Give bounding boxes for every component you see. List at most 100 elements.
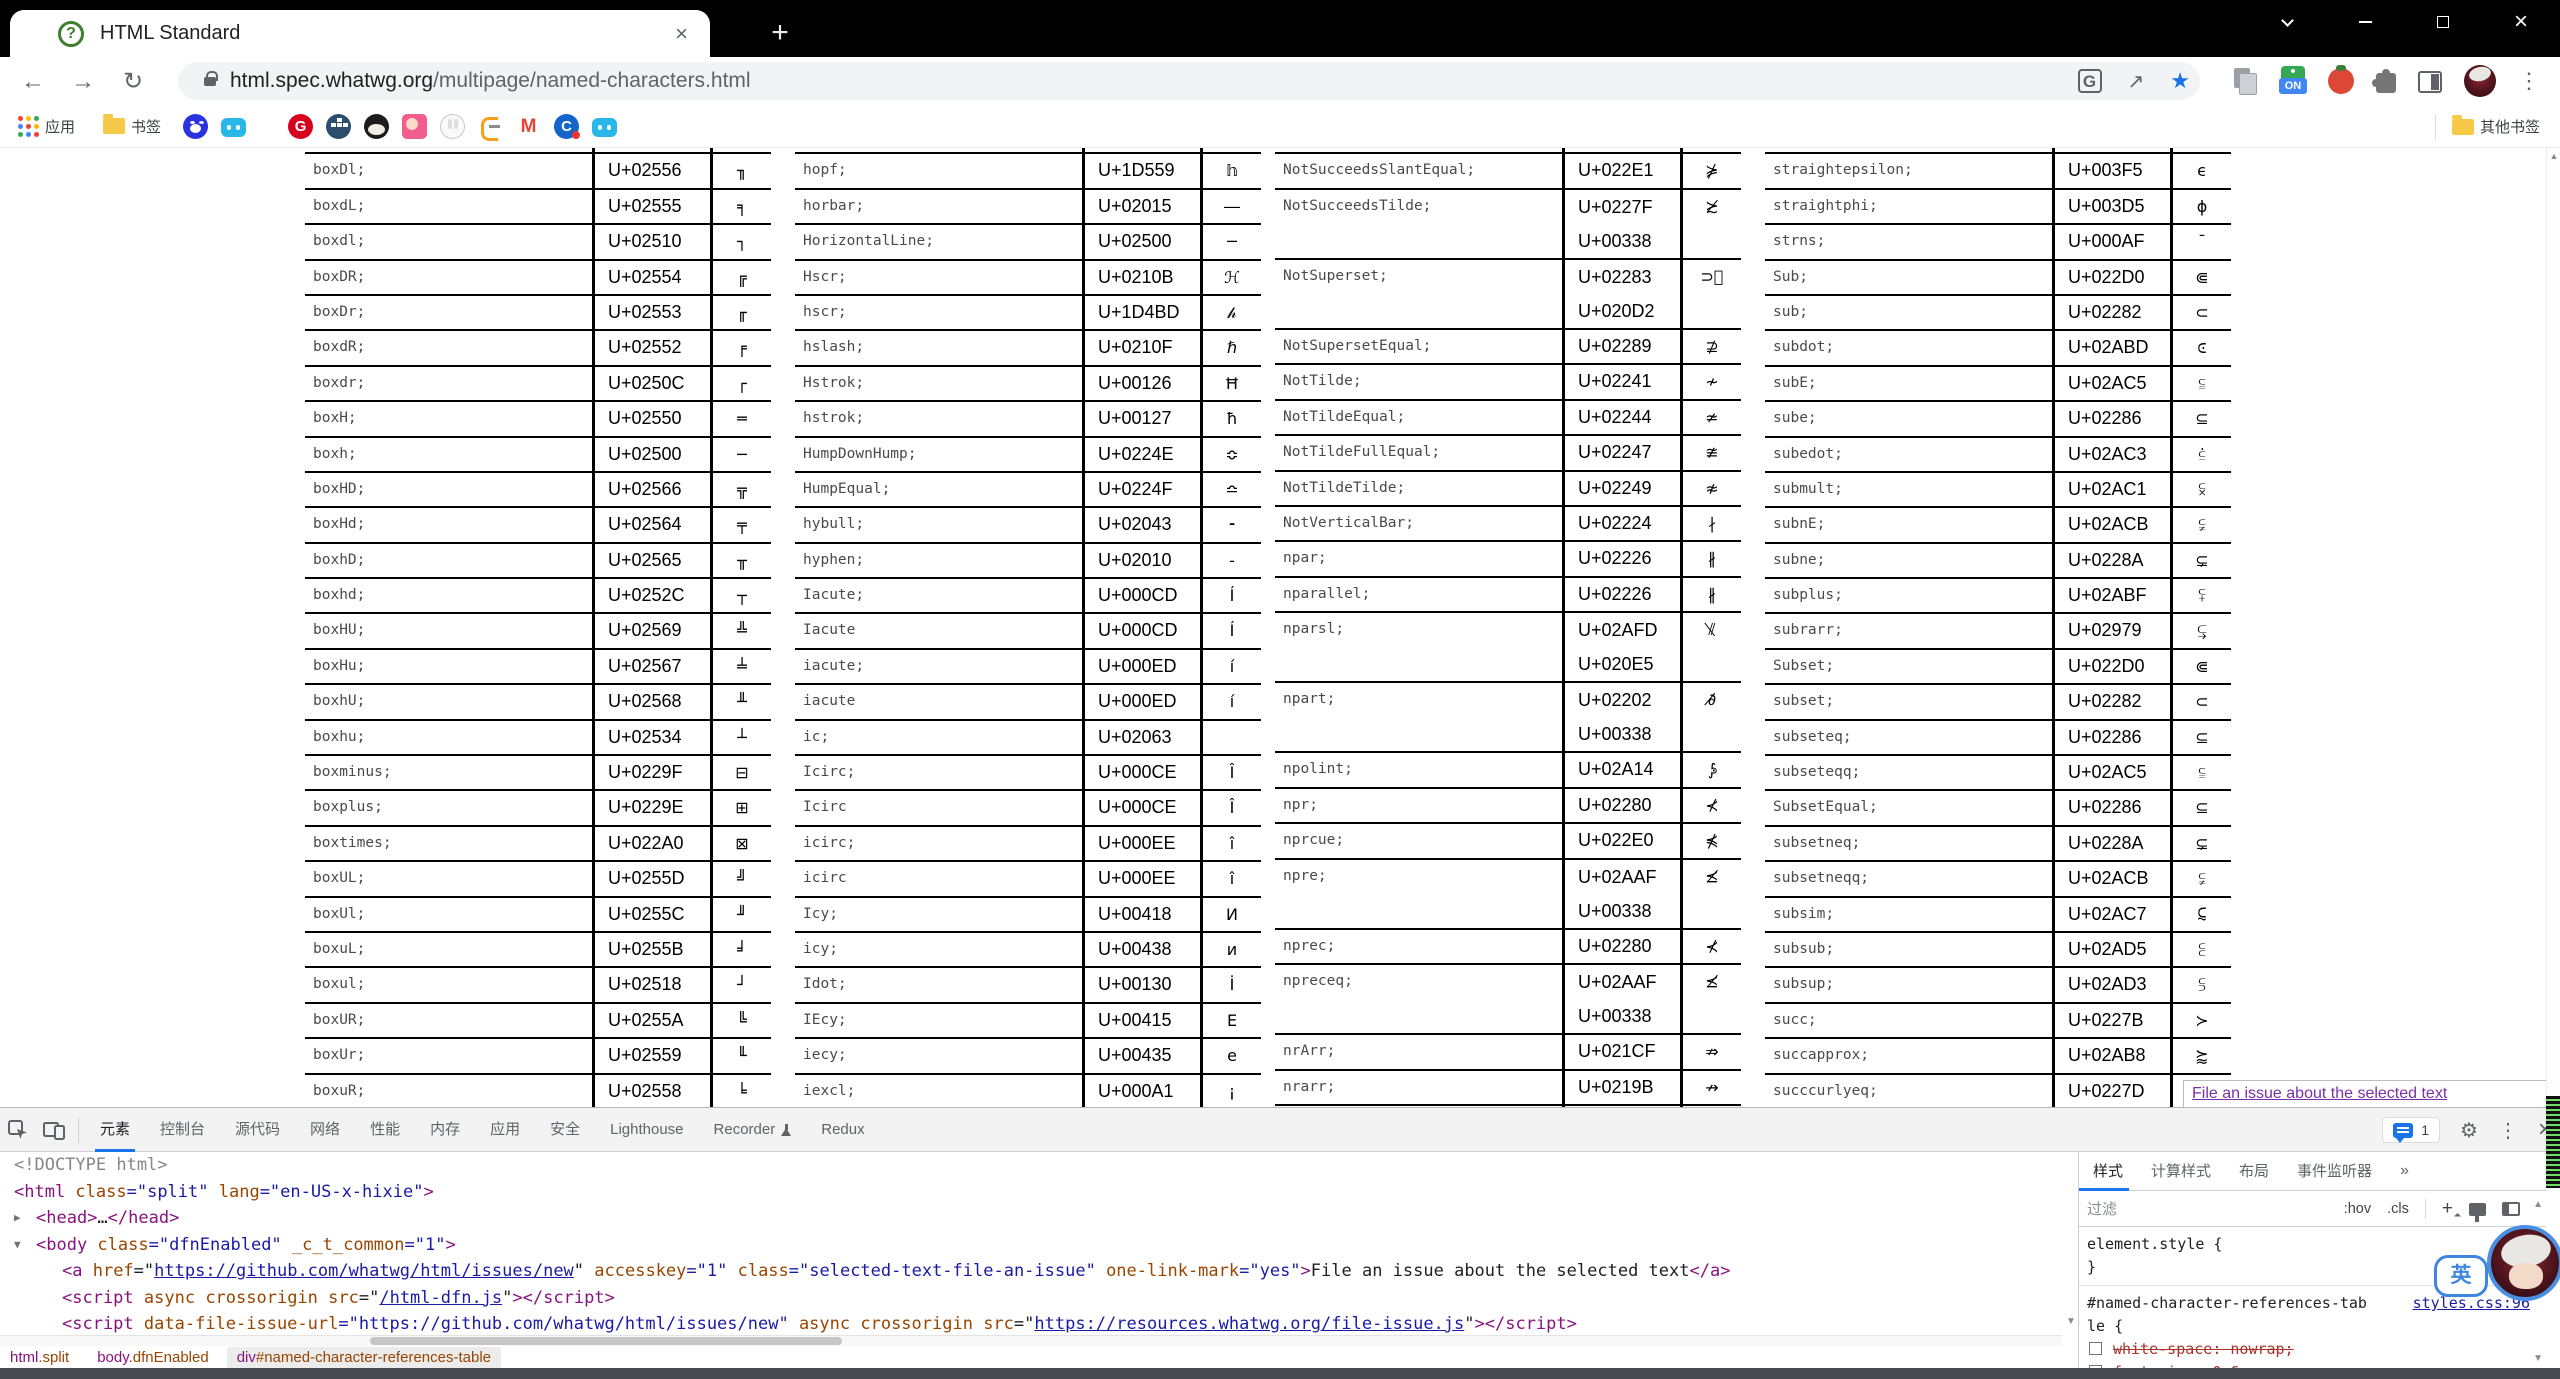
side-panel-icon[interactable] <box>2418 71 2442 93</box>
file-issue-link[interactable]: File an issue about the selected text <box>2192 1085 2447 1102</box>
rendering-icon[interactable] <box>2469 1203 2486 1216</box>
page-scrollbar[interactable]: ▲ <box>2546 148 2560 1107</box>
translate-icon[interactable]: G <box>2078 69 2102 93</box>
devtools-tab-源代码[interactable]: 源代码 <box>220 1108 295 1152</box>
sidebar-toggle-icon[interactable] <box>2502 1202 2520 1216</box>
char-glyph: ╒ <box>713 331 771 364</box>
expanded-arrow-icon[interactable]: ▼ <box>14 1232 30 1259</box>
breadcrumb-div[interactable]: div#named-character-references-table <box>227 1347 501 1368</box>
inspect-element-icon[interactable] <box>0 1112 36 1148</box>
css-rule-selector[interactable]: element.style { <box>2087 1233 2546 1256</box>
dom-tree-line[interactable]: <script async crossorigin src="/html-dfn… <box>0 1285 2062 1312</box>
devtools-tab-内存[interactable]: 内存 <box>415 1108 475 1152</box>
address-bar[interactable]: html.spec.whatwg.org/multipage/named-cha… <box>178 62 2200 100</box>
devtools-tab-性能[interactable]: 性能 <box>355 1108 415 1152</box>
apps-grid-icon[interactable] <box>18 116 39 137</box>
devtools-tab-应用[interactable]: 应用 <box>475 1108 535 1152</box>
share-icon[interactable]: ↗ <box>2128 69 2145 94</box>
monkey-favicon[interactable] <box>364 114 389 139</box>
ime-language-badge[interactable]: 英 <box>2434 1255 2488 1297</box>
dom-tree-line[interactable]: <script data-file-issue-url="https://git… <box>0 1311 2062 1335</box>
dom-tree-line[interactable]: ▼<body class="dfnEnabled" _c_t_common="1… <box>0 1232 2062 1259</box>
new-tab-button[interactable]: + <box>762 16 798 52</box>
other-bookmarks[interactable]: 其他书签 <box>2435 105 2546 148</box>
dom-tree-line[interactable]: ▶<head>…</head> <box>0 1205 2062 1232</box>
breadcrumb-body[interactable]: body.dfnEnabled <box>87 1347 219 1368</box>
dom-tree-line[interactable]: <html class="split" lang="en-US-x-hixie"… <box>0 1179 2062 1206</box>
char-glyph: ⫃ <box>2173 438 2231 471</box>
on-extension-icon[interactable]: ON <box>2280 68 2306 94</box>
cls-toggle[interactable]: .cls <box>2387 1201 2409 1217</box>
char-glyph: ≎ <box>1203 438 1261 471</box>
css-property[interactable]: white-space: nowrap; <box>2087 1338 2546 1361</box>
url-text[interactable]: html.spec.whatwg.org/multipage/named-cha… <box>230 69 751 93</box>
devtools-tab-Lighthouse[interactable]: Lighthouse <box>595 1108 698 1152</box>
minimize-button[interactable] <box>2326 0 2404 44</box>
extensions-puzzle-icon[interactable] <box>2376 73 2396 93</box>
profile-avatar[interactable] <box>2464 65 2496 97</box>
lock-icon[interactable] <box>204 77 216 86</box>
pseudo-hov-toggle[interactable]: :hov <box>2344 1201 2371 1217</box>
new-style-rule-button[interactable]: + <box>2442 1198 2453 1220</box>
issues-badge[interactable]: 1 <box>2382 1117 2440 1143</box>
cnblue-favicon[interactable]: C <box>554 114 579 139</box>
styles-filter-input[interactable]: 过滤 <box>2087 1198 2117 1219</box>
docker-favicon[interactable] <box>326 114 351 139</box>
bilibili2-favicon[interactable] <box>592 118 617 137</box>
tab-close-icon[interactable]: × <box>675 23 688 45</box>
devtools-tab-安全[interactable]: 安全 <box>535 1108 595 1152</box>
elements-hscrollbar[interactable] <box>0 1335 2062 1346</box>
styles-scroll-down-icon[interactable]: ▼ <box>2533 1353 2543 1364</box>
dom-tree-line[interactable]: <a href="https://github.com/whatwg/html/… <box>0 1258 2062 1285</box>
device-toolbar-icon[interactable] <box>36 1112 72 1148</box>
styles-tab-计算样式[interactable]: 计算样式 <box>2151 1152 2211 1191</box>
devtools-tab-Redux[interactable]: Redux <box>806 1108 879 1152</box>
tab-search-button[interactable] <box>2248 0 2326 44</box>
devtools-tab-控制台[interactable]: 控制台 <box>145 1108 220 1152</box>
bookmarks-folder-icon[interactable] <box>103 118 125 134</box>
styles-tab-事件监听器[interactable]: 事件监听器 <box>2297 1152 2372 1191</box>
gmail-favicon[interactable]: M <box>516 114 541 139</box>
anime-favicon[interactable] <box>402 114 427 139</box>
rabbit-favicon[interactable] <box>440 114 465 139</box>
bookmarks-folder-label[interactable]: 书签 <box>131 116 161 137</box>
styles-tab-布局[interactable]: 布局 <box>2239 1152 2269 1191</box>
ig-favicon[interactable]: G <box>288 114 313 139</box>
styles-tab-样式[interactable]: 样式 <box>2093 1152 2123 1191</box>
leetcode-favicon[interactable] <box>478 114 503 139</box>
maximize-button[interactable] <box>2404 0 2482 44</box>
styles-scroll-up-icon[interactable]: ▲ <box>2533 1199 2543 1210</box>
apps-label[interactable]: 应用 <box>45 116 75 137</box>
bilibili-favicon[interactable] <box>221 118 246 137</box>
tomato-extension-icon[interactable] <box>2328 68 2354 94</box>
browser-menu-icon[interactable]: ⋮ <box>2518 68 2540 94</box>
property-checkbox[interactable] <box>2089 1342 2102 1355</box>
devtools-more-icon[interactable]: ⋮ <box>2498 1118 2518 1143</box>
elements-scroll-down-icon[interactable]: ▼ <box>2066 1316 2076 1327</box>
devtools-tab-网络[interactable]: 网络 <box>295 1108 355 1152</box>
bookmark-star-icon[interactable]: ★ <box>2170 68 2190 94</box>
hscrollbar-thumb[interactable] <box>370 1337 842 1345</box>
more-tabs-icon[interactable]: » <box>2400 1162 2409 1180</box>
char-name: straightphi; <box>1765 190 2055 223</box>
css-rule-selector[interactable]: #named-character-references-table {style… <box>2087 1292 2546 1338</box>
char-codes: U+000AF <box>2055 225 2173 258</box>
docs-extension-icon[interactable] <box>2232 68 2258 94</box>
baidu-favicon[interactable] <box>183 114 208 139</box>
browser-tab[interactable]: ? HTML Standard × <box>10 10 710 57</box>
devtools-settings-icon[interactable]: ⚙ <box>2460 1118 2478 1143</box>
breadcrumb-html[interactable]: html.split <box>0 1347 79 1368</box>
reload-button[interactable]: ↻ <box>114 63 152 101</box>
window-close-button[interactable]: × <box>2482 0 2560 44</box>
devtools-tab-元素[interactable]: 元素 <box>85 1108 145 1152</box>
collapsed-arrow-icon[interactable]: ▶ <box>14 1205 30 1232</box>
other-bookmarks-label[interactable]: 其他书签 <box>2480 116 2540 137</box>
dom-tree-line[interactable]: <!DOCTYPE html> <box>0 1152 2062 1179</box>
scrollbar-thumb-markers[interactable] <box>2546 1096 2560 1188</box>
devtools-tab-Recorder[interactable]: Recorder <box>699 1108 807 1152</box>
back-button[interactable]: ← <box>14 63 52 101</box>
assistant-avatar[interactable] <box>2487 1225 2560 1301</box>
forward-button[interactable]: → <box>64 63 102 101</box>
scroll-up-icon[interactable]: ▲ <box>2548 151 2560 161</box>
char-code: U+02564 <box>608 508 710 541</box>
